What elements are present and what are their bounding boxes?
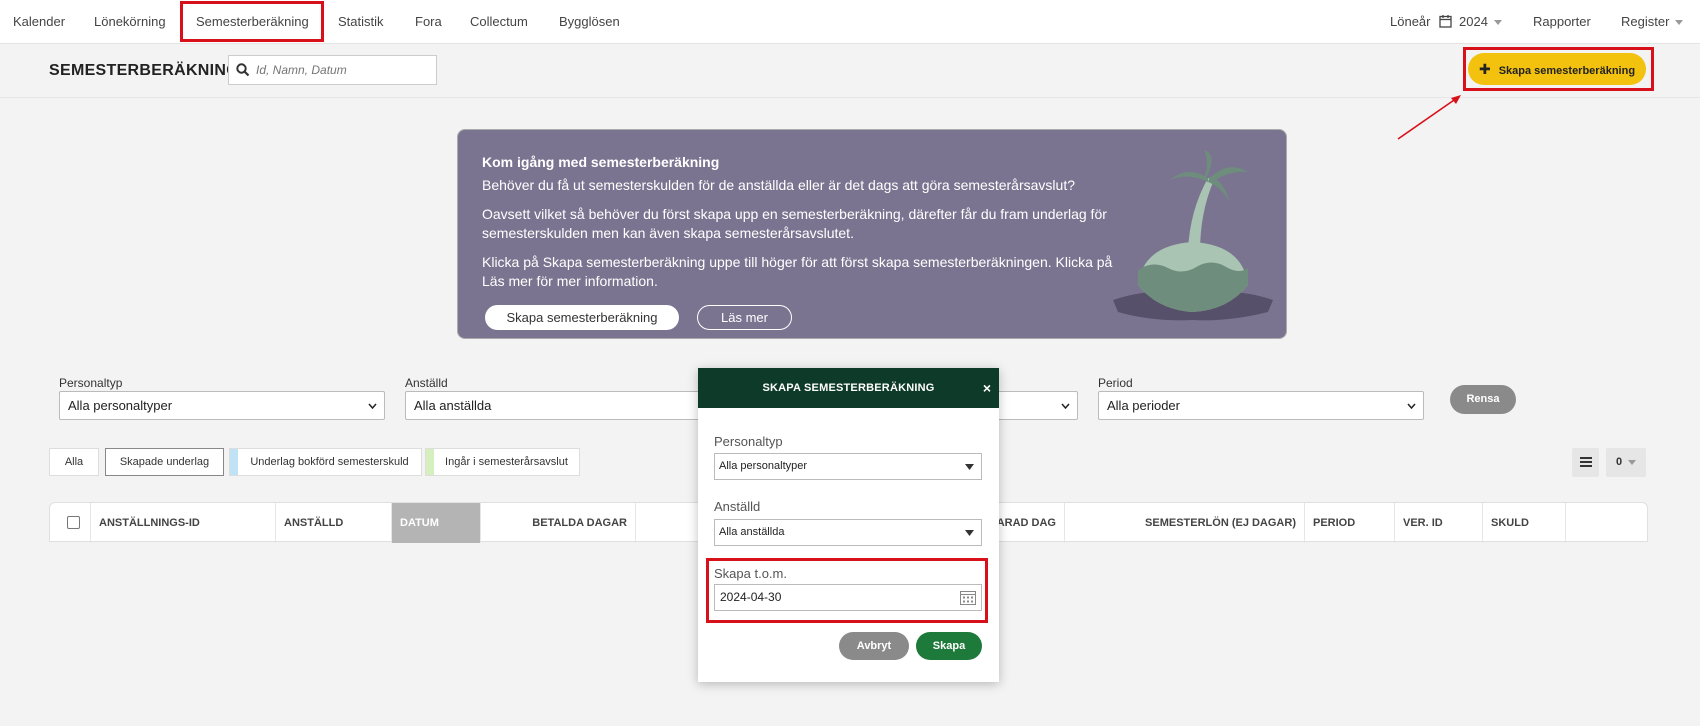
create-semester-calc-button[interactable]: ✚ Skapa semesterberäkning [1468,53,1646,85]
banner-text-3: Klicka på Skapa semesterberäkning uppe t… [482,254,1113,289]
chevron-down-icon [965,464,974,470]
info-banner: Kom igång med semesterberäkning Behöver … [457,129,1287,339]
chevron-down-icon [1407,403,1416,409]
chip-alla[interactable]: Alla [49,448,99,476]
close-icon[interactable]: × [983,368,991,408]
column-anstallnings-id[interactable]: ANSTÄLLNINGS-ID [91,503,276,543]
chip-underlag-bokford[interactable]: Underlag bokförd semesterskuld [229,448,422,476]
chevron-down-icon [1628,459,1637,465]
color-stripe [426,449,434,475]
island-illustration [1113,150,1273,321]
column-skuld[interactable]: SKULD [1483,503,1566,543]
nav-item-lonekorning[interactable]: Lönekörning [94,0,166,44]
create-semester-calc-modal: SKAPA SEMESTERBERÄKNING × Personaltyp Al… [698,368,999,682]
count-dropdown[interactable]: 0 [1606,448,1646,477]
search-icon [236,63,250,77]
filter-label-anstalld: Anställd [405,376,448,390]
column-ver-id[interactable]: VER. ID [1395,503,1483,543]
chevron-down-icon [368,403,377,409]
select-all-cell [50,503,91,543]
date-input[interactable]: 2024-04-30 [714,584,982,611]
modal-label-anstalld: Anställd [714,499,761,514]
column-anstalld[interactable]: ANSTÄLLD [276,503,392,543]
nav-item-kalender[interactable]: Kalender [13,0,65,44]
calendar-icon [1439,14,1452,30]
nav-item-fora[interactable]: Fora [415,0,442,44]
column-semesterlon[interactable]: SEMESTERLÖN (EJ DAGAR) [1065,503,1305,543]
chevron-down-icon [1675,20,1684,26]
calendar-icon[interactable] [960,590,976,605]
highlight-box-nav [180,1,324,42]
nav-item-register[interactable]: Register [1621,0,1684,44]
select-all-checkbox[interactable] [67,516,80,529]
modal-label-date: Skapa t.o.m. [714,566,787,581]
page-title: SEMESTERBERÄKNING [49,62,240,79]
modal-label-personaltyp: Personaltyp [714,434,783,449]
column-period[interactable]: PERIOD [1305,503,1395,543]
chevron-down-icon [1061,403,1070,409]
banner-text-2: Oavsett vilket så behöver du först skapa… [482,206,1107,241]
modal-select-personaltyp[interactable]: Alla personaltyper [714,453,982,480]
menu-icon [1579,457,1592,468]
chevron-down-icon [965,530,974,536]
banner-text-1: Behöver du få ut semesterskulden för de … [482,177,1075,193]
read-more-button[interactable]: Läs mer [697,305,792,330]
filter-select-period[interactable]: Alla perioder [1098,391,1424,420]
filter-label-period: Period [1098,376,1133,390]
cancel-button[interactable]: Avbryt [839,632,909,660]
chip-ingar-i-avslut[interactable]: Ingår i semesterårsavslut [425,448,580,476]
reset-filters-button[interactable]: Rensa [1450,385,1516,414]
filter-label-personaltyp: Personaltyp [59,376,123,390]
list-view-button[interactable] [1572,448,1599,477]
annotation-arrow [1397,95,1461,140]
nav-item-statistik[interactable]: Statistik [338,0,384,44]
plus-icon: ✚ [1478,61,1491,77]
modal-select-anstalld[interactable]: Alla anställda [714,519,982,546]
create-button[interactable]: Skapa [916,632,982,660]
modal-title: SKAPA SEMESTERBERÄKNING [698,368,999,408]
nav-item-bygglosen[interactable]: Bygglösen [559,0,620,44]
nav-item-rapporter[interactable]: Rapporter [1533,0,1591,44]
year-select[interactable]: 2024 [1459,0,1502,44]
chevron-down-icon [1493,20,1502,26]
year-label: Löneår [1390,14,1431,29]
filter-select-personaltyp[interactable]: Alla personaltyper [59,391,385,420]
nav-item-collectum[interactable]: Collectum [470,0,528,44]
search-input[interactable] [256,60,431,80]
column-betalda-dagar[interactable]: BETALDA DAGAR [481,503,636,543]
search-box[interactable] [228,55,437,85]
banner-create-button[interactable]: Skapa semesterberäkning [485,305,679,330]
banner-title: Kom igång med semesterberäkning [482,154,720,170]
color-stripe [230,449,238,475]
column-datum[interactable]: DATUM [392,503,481,543]
chip-skapade-underlag[interactable]: Skapade underlag [105,448,224,476]
